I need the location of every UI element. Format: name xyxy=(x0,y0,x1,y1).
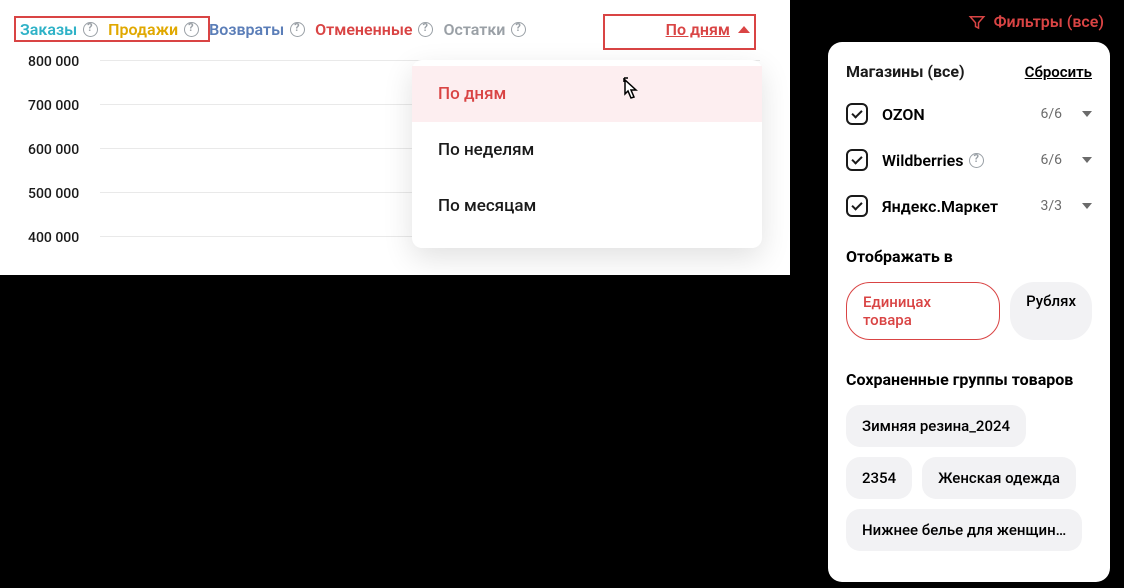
y-tick: 400 000 xyxy=(28,230,79,246)
y-tick: 700 000 xyxy=(28,98,79,114)
filters-sidebar: Магазины (все) Сбросить OZON 6/6 Wildber… xyxy=(828,42,1110,582)
chevron-down-icon[interactable] xyxy=(1082,157,1092,163)
cursor-icon xyxy=(618,76,642,104)
store-count: 3/3 xyxy=(1040,198,1062,214)
period-dropdown-button[interactable]: По дням xyxy=(666,20,750,39)
filters-link-label: Фильтры (все) xyxy=(994,12,1104,31)
group-chip[interactable]: Нижнее белье для женщин… xyxy=(846,509,1082,551)
tab-cancelled-label: Отмененные xyxy=(315,20,412,39)
tab-sales[interactable]: Продажи xyxy=(108,20,199,39)
tab-orders-label: Заказы xyxy=(20,20,77,39)
display-rubles-button[interactable]: Рублях xyxy=(1010,282,1092,340)
tab-orders[interactable]: Заказы xyxy=(20,20,98,39)
store-count: 6/6 xyxy=(1040,152,1062,168)
display-in-title: Отображать в xyxy=(846,247,1092,266)
store-name: Wildberries xyxy=(882,151,1026,170)
help-icon[interactable] xyxy=(418,22,433,37)
period-button-label: По дням xyxy=(666,20,730,39)
display-units-button[interactable]: Единицах товара xyxy=(846,282,1000,340)
help-icon[interactable] xyxy=(184,22,199,37)
y-tick: 800 000 xyxy=(28,54,79,70)
checkbox-icon[interactable] xyxy=(846,103,868,125)
dropdown-option-day[interactable]: По дням xyxy=(412,66,762,122)
store-item-ozon[interactable]: OZON 6/6 xyxy=(846,103,1092,125)
filter-icon xyxy=(968,13,986,31)
dropdown-option-label: По неделям xyxy=(438,140,534,160)
tab-returns-label: Возвраты xyxy=(209,20,284,39)
reset-button[interactable]: Сбросить xyxy=(1025,63,1092,81)
group-chip[interactable]: 2354 xyxy=(846,457,912,499)
stores-title: Магазины (все) xyxy=(846,62,965,81)
store-name: Яндекс.Маркет xyxy=(882,197,1026,216)
chevron-down-icon[interactable] xyxy=(1082,203,1092,209)
y-tick: 500 000 xyxy=(28,186,79,202)
help-icon[interactable] xyxy=(969,153,984,168)
filters-link[interactable]: Фильтры (все) xyxy=(968,12,1104,31)
help-icon[interactable] xyxy=(83,22,98,37)
checkbox-icon[interactable] xyxy=(846,149,868,171)
chevron-up-icon xyxy=(738,26,750,33)
help-icon[interactable] xyxy=(511,22,526,37)
tab-returns[interactable]: Возвраты xyxy=(209,20,305,39)
dropdown-option-month[interactable]: По месяцам xyxy=(412,178,762,234)
chevron-down-icon[interactable] xyxy=(1082,111,1092,117)
store-item-yandex[interactable]: Яндекс.Маркет 3/3 xyxy=(846,195,1092,217)
group-chip[interactable]: Зимняя резина_2024 xyxy=(846,405,1026,447)
dropdown-option-label: По дням xyxy=(438,84,506,104)
tab-cancelled[interactable]: Отмененные xyxy=(315,20,433,39)
groups-title: Сохраненные группы товаров xyxy=(846,370,1092,389)
y-tick: 600 000 xyxy=(28,142,79,158)
dropdown-option-label: По месяцам xyxy=(438,196,536,216)
store-name: OZON xyxy=(882,105,1026,124)
dropdown-option-week[interactable]: По неделям xyxy=(412,122,762,178)
store-item-wildberries[interactable]: Wildberries 6/6 xyxy=(846,149,1092,171)
period-dropdown-menu: По дням По неделям По месяцам xyxy=(412,60,762,248)
tab-sales-label: Продажи xyxy=(108,20,178,39)
checkbox-icon[interactable] xyxy=(846,195,868,217)
store-count: 6/6 xyxy=(1040,106,1062,122)
tab-stock[interactable]: Остатки xyxy=(443,20,526,39)
group-chip[interactable]: Женская одежда xyxy=(922,457,1076,499)
tab-stock-label: Остатки xyxy=(443,20,505,39)
help-icon[interactable] xyxy=(290,22,305,37)
